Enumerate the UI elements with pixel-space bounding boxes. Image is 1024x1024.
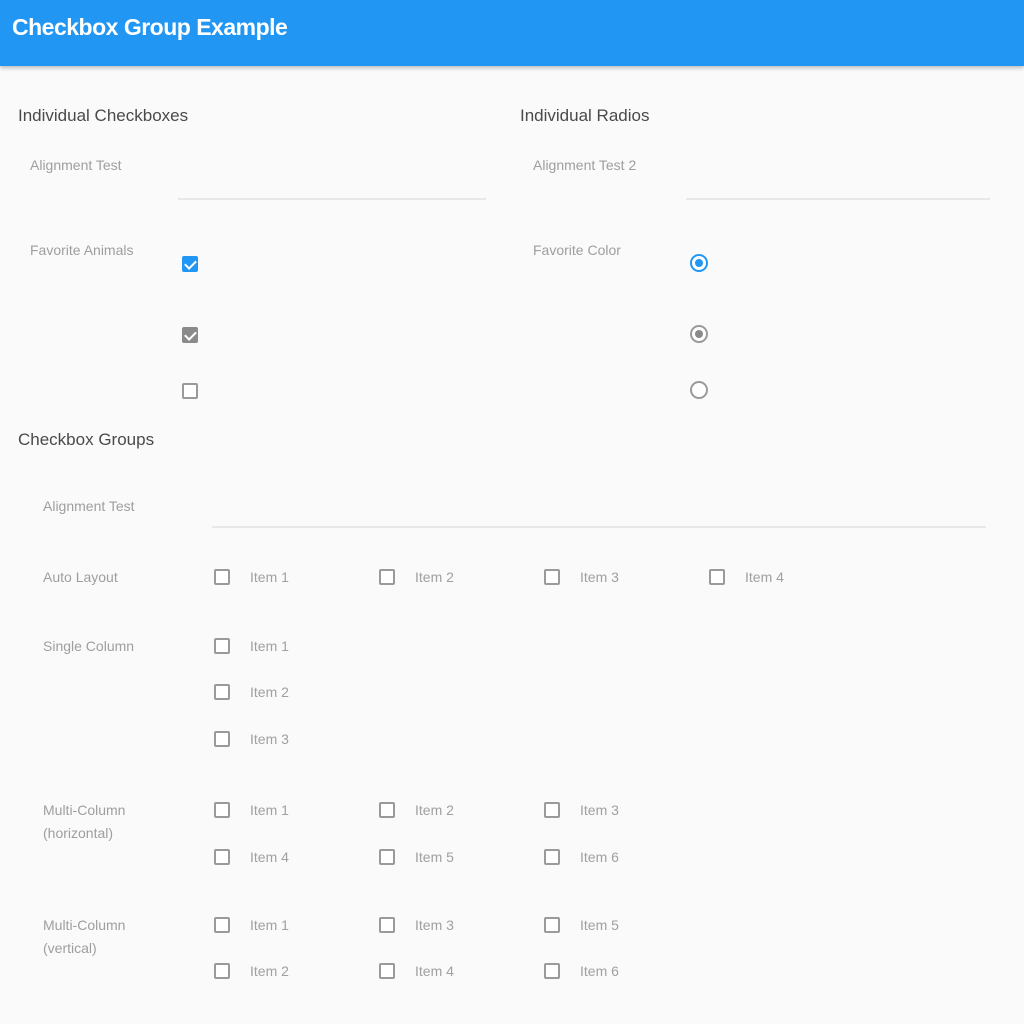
auto-layout-item-label: Item 3 xyxy=(580,569,619,585)
multi-horizontal-item-label: Item 4 xyxy=(250,849,289,865)
app-bar: Checkbox Group Example xyxy=(0,0,1024,66)
individual-radios-title: Individual Radios xyxy=(520,106,650,125)
multi-vertical-label-line1: Multi-Column xyxy=(43,917,126,933)
multi-horizontal-checkbox-2[interactable] xyxy=(379,802,395,818)
animal-checkbox-1[interactable] xyxy=(182,256,198,272)
multi-horizontal-label-line2: (horizontal) xyxy=(43,825,114,841)
multi-horizontal-item-label: Item 6 xyxy=(580,849,619,865)
single-column-label: Single Column xyxy=(43,638,135,654)
multi-horizontal-label-line1: Multi-Column xyxy=(43,802,126,818)
single-column-item-label: Item 3 xyxy=(250,731,289,747)
multi-horizontal-checkbox-6[interactable] xyxy=(544,849,560,865)
multi-horizontal-item-label: Item 3 xyxy=(580,802,619,818)
multi-vertical-item-label: Item 4 xyxy=(415,963,454,979)
group-alignment-test-field[interactable] xyxy=(212,526,986,528)
alignment-test-field[interactable] xyxy=(178,198,486,200)
animal-checkbox-3[interactable] xyxy=(182,383,198,399)
multi-vertical-item-label: Item 6 xyxy=(580,963,619,979)
multi-horizontal-checkbox-1[interactable] xyxy=(214,802,230,818)
app-title: Checkbox Group Example xyxy=(12,14,288,40)
group-alignment-test-label: Alignment Test xyxy=(43,498,135,514)
check-icon xyxy=(184,257,197,270)
single-column-item-label: Item 2 xyxy=(250,684,289,700)
multi-horizontal-item-label: Item 1 xyxy=(250,802,289,818)
auto-layout-checkbox-3[interactable] xyxy=(544,569,560,585)
multi-vertical-item-label: Item 5 xyxy=(580,917,619,933)
auto-layout-label: Auto Layout xyxy=(43,569,118,585)
single-column-checkbox-1[interactable] xyxy=(214,638,230,654)
single-column-checkbox-3[interactable] xyxy=(214,731,230,747)
multi-vertical-item-label: Item 1 xyxy=(250,917,289,933)
multi-vertical-item-label: Item 3 xyxy=(415,917,454,933)
radio-dot-icon xyxy=(695,259,703,267)
multi-vertical-item-label: Item 2 xyxy=(250,963,289,979)
multi-horizontal-item-label: Item 5 xyxy=(415,849,454,865)
multi-horizontal-item-label: Item 2 xyxy=(415,802,454,818)
multi-vertical-checkbox-5[interactable] xyxy=(544,917,560,933)
alignment-test-2-label: Alignment Test 2 xyxy=(533,157,637,173)
color-radio-1[interactable] xyxy=(690,254,708,272)
multi-vertical-checkbox-3[interactable] xyxy=(379,917,395,933)
auto-layout-item-label: Item 1 xyxy=(250,569,289,585)
multi-horizontal-checkbox-3[interactable] xyxy=(544,802,560,818)
color-radio-3[interactable] xyxy=(690,381,708,399)
multi-horizontal-checkbox-4[interactable] xyxy=(214,849,230,865)
multi-vertical-checkbox-6[interactable] xyxy=(544,963,560,979)
auto-layout-checkbox-4[interactable] xyxy=(709,569,725,585)
individual-checkboxes-title: Individual Checkboxes xyxy=(18,106,189,125)
multi-vertical-checkbox-1[interactable] xyxy=(214,917,230,933)
multi-vertical-label-line2: (vertical) xyxy=(43,940,97,956)
auto-layout-checkbox-1[interactable] xyxy=(214,569,230,585)
checkbox-groups-title: Checkbox Groups xyxy=(18,430,155,449)
multi-vertical-checkbox-2[interactable] xyxy=(214,963,230,979)
check-icon xyxy=(184,328,197,341)
multi-horizontal-checkbox-5[interactable] xyxy=(379,849,395,865)
auto-layout-item-label: Item 4 xyxy=(745,569,784,585)
alignment-test-label: Alignment Test xyxy=(30,157,122,173)
single-column-item-label: Item 1 xyxy=(250,638,289,654)
multi-vertical-checkbox-4[interactable] xyxy=(379,963,395,979)
favorite-color-label: Favorite Color xyxy=(533,242,621,258)
color-radio-2[interactable] xyxy=(690,325,708,343)
auto-layout-item-label: Item 2 xyxy=(415,569,454,585)
radio-dot-icon xyxy=(695,330,703,338)
favorite-animals-label: Favorite Animals xyxy=(30,242,134,258)
animal-checkbox-2[interactable] xyxy=(182,327,198,343)
auto-layout-checkbox-2[interactable] xyxy=(379,569,395,585)
single-column-checkbox-2[interactable] xyxy=(214,684,230,700)
alignment-test-2-field[interactable] xyxy=(686,198,990,200)
